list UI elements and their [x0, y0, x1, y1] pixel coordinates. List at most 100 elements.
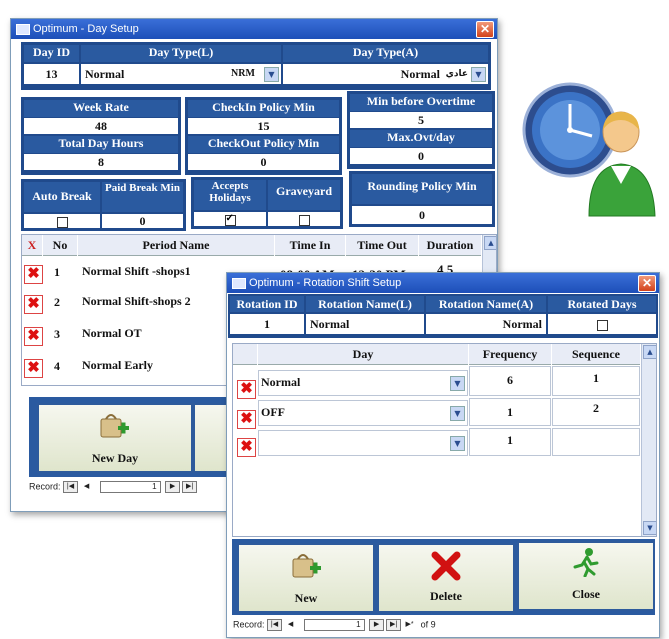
rotation-window: Optimum - Rotation Shift Setup ✕ Rotatio… [226, 272, 660, 638]
app-icon [232, 278, 246, 289]
rotation-id-header: Rotation ID [230, 296, 304, 312]
rotated-days-cell [548, 314, 656, 334]
rotation-frequency-value: 1 [507, 405, 513, 419]
rotation-frequency-field[interactable]: 1 [469, 398, 551, 426]
next-record-icon[interactable]: ▶ [165, 481, 181, 493]
day-setup-titlebar[interactable]: Optimum - Day Setup ✕ [11, 19, 497, 39]
rotation-name-a-field[interactable]: Normal [426, 314, 546, 334]
day-type-a-dropdown-icon[interactable]: ▼ [471, 67, 486, 82]
delete-row-icon[interactable]: ✖ [237, 380, 256, 399]
day-type-a-header: Day Type(A) [283, 45, 488, 62]
total-day-hours-header: Total Day Hours [24, 136, 178, 153]
min-before-overtime-field[interactable]: 5 [350, 112, 492, 128]
accepts-holidays-checkbox[interactable] [224, 212, 236, 226]
record-label: Record: [233, 619, 265, 630]
rotation-sequence-field[interactable] [552, 428, 640, 456]
close-button[interactable]: Close [517, 541, 655, 611]
period-col-duration: Duration [419, 235, 481, 256]
graveyard-checkbox[interactable] [298, 214, 310, 226]
rotation-name-l-header: Rotation Name(L) [306, 296, 424, 312]
delete-row-icon[interactable]: ✖ [24, 359, 43, 378]
rotation-col-frequency: Frequency [469, 344, 551, 365]
rotation-header-panel: Rotation ID Rotation Name(L) Rotation Na… [228, 294, 658, 338]
rounding-policy-field[interactable]: 0 [352, 206, 492, 224]
day-setup-close-button[interactable]: ✕ [476, 21, 494, 38]
rotation-day-dropdown-icon[interactable]: ▼ [450, 376, 465, 391]
holidays-panel: Accepts Holidays Graveyard [191, 177, 343, 229]
prev-record-icon[interactable]: ◀ [284, 620, 297, 630]
week-rate-field[interactable]: 48 [24, 118, 178, 134]
delete-row-icon[interactable]: ✖ [24, 295, 43, 314]
next-record-icon[interactable]: ▶ [369, 619, 385, 631]
rotation-day-select[interactable]: ▼ [258, 430, 468, 456]
period-no: 4 [54, 359, 60, 373]
new-day-button[interactable]: New Day [37, 403, 193, 473]
first-record-icon[interactable]: |◀ [63, 481, 79, 493]
checkout-policy-field[interactable]: 0 [188, 154, 339, 170]
last-record-icon[interactable]: ▶| [182, 481, 198, 493]
last-record-icon[interactable]: ▶| [386, 619, 402, 631]
day-type-l-field[interactable]: Normal NRM ▼ [81, 64, 281, 84]
day-id-field[interactable]: 13 [24, 64, 79, 84]
rotation-day-dropdown-icon[interactable]: ▼ [450, 436, 465, 451]
delete-row-icon[interactable]: ✖ [237, 410, 256, 429]
rotation-grid-scrollbar[interactable]: ▲ ▼ [641, 344, 656, 536]
accepts-holidays-header: Accepts Holidays [194, 180, 266, 210]
rotation-frequency-value: 1 [507, 433, 513, 447]
day-type-a-field[interactable]: Normal عادي ▼ [283, 64, 488, 84]
delete-row-icon[interactable]: ✖ [24, 327, 43, 346]
period-name[interactable]: Normal OT [82, 326, 142, 341]
new-day-label: New Day [91, 451, 139, 465]
day-type-l-dropdown-icon[interactable]: ▼ [264, 67, 279, 82]
record-number-input[interactable]: 1 [303, 619, 365, 631]
prev-record-icon[interactable]: ◀ [80, 482, 93, 492]
app-icon [16, 24, 30, 35]
new-button[interactable]: New [237, 543, 375, 613]
rotation-day-select[interactable]: Normal ▼ [258, 370, 468, 396]
rotation-sequence-field[interactable]: 2 [552, 398, 640, 426]
day-setup-title: Optimum - Day Setup [33, 23, 139, 35]
day-type-l-header: Day Type(L) [81, 45, 281, 62]
scroll-down-icon[interactable]: ▼ [643, 521, 656, 535]
rotation-day-select[interactable]: OFF ▼ [258, 400, 468, 426]
auto-break-header: Auto Break [24, 182, 100, 212]
day-record-navigator: Record: |◀ ◀ 1 ▶ ▶| [29, 481, 199, 493]
checkin-policy-field[interactable]: 15 [188, 118, 339, 134]
rotation-name-l-field[interactable]: Normal [306, 314, 424, 334]
record-number-input[interactable]: 1 [99, 481, 161, 493]
rotation-day-dropdown-icon[interactable]: ▼ [450, 406, 465, 421]
rotation-col-day: Day [258, 344, 468, 365]
total-day-hours-field[interactable]: 8 [24, 154, 178, 170]
rotation-frequency-field[interactable]: 1 [469, 428, 551, 456]
checkin-policy-header: CheckIn Policy Min [188, 100, 339, 117]
delete-row-icon[interactable]: ✖ [237, 438, 256, 457]
scroll-up-icon[interactable]: ▲ [643, 345, 656, 359]
rounding-policy-header: Rounding Policy Min [352, 174, 492, 204]
scroll-up-icon[interactable]: ▲ [484, 236, 496, 250]
rotated-days-checkbox[interactable] [596, 319, 608, 331]
period-name[interactable]: Normal Early [82, 358, 153, 373]
rotation-frequency-field[interactable]: 6 [469, 366, 551, 396]
new-record-nav-icon[interactable]: ▶* [403, 620, 416, 630]
checkout-policy-header: CheckOut Policy Min [188, 136, 339, 153]
accepts-holidays-cell [194, 212, 266, 226]
period-name[interactable]: Normal Shift-shops 2 [82, 294, 191, 309]
rotation-titlebar[interactable]: Optimum - Rotation Shift Setup ✕ [227, 273, 659, 293]
record-label: Record: [29, 481, 61, 492]
rounding-panel: Rounding Policy Min 0 [349, 171, 495, 227]
max-ovt-day-field[interactable]: 0 [350, 148, 492, 164]
rotation-frequency-value: 6 [507, 373, 513, 387]
period-name[interactable]: Normal Shift -shops1 [82, 264, 191, 279]
period-col-name: Period Name [78, 235, 274, 256]
delete-row-icon[interactable]: ✖ [24, 265, 43, 284]
delete-button[interactable]: Delete [377, 543, 515, 613]
rotation-id-field[interactable]: 1 [230, 314, 304, 334]
paid-break-field[interactable]: 0 [102, 214, 183, 228]
rotation-sequence-field[interactable]: 1 [552, 366, 640, 396]
first-record-icon[interactable]: |◀ [267, 619, 283, 631]
auto-break-checkbox[interactable] [56, 216, 68, 228]
user-icon [588, 111, 656, 217]
min-before-overtime-header: Min before Overtime [350, 94, 492, 111]
rotated-days-header: Rotated Days [548, 296, 656, 312]
rotation-close-button[interactable]: ✕ [638, 275, 656, 292]
